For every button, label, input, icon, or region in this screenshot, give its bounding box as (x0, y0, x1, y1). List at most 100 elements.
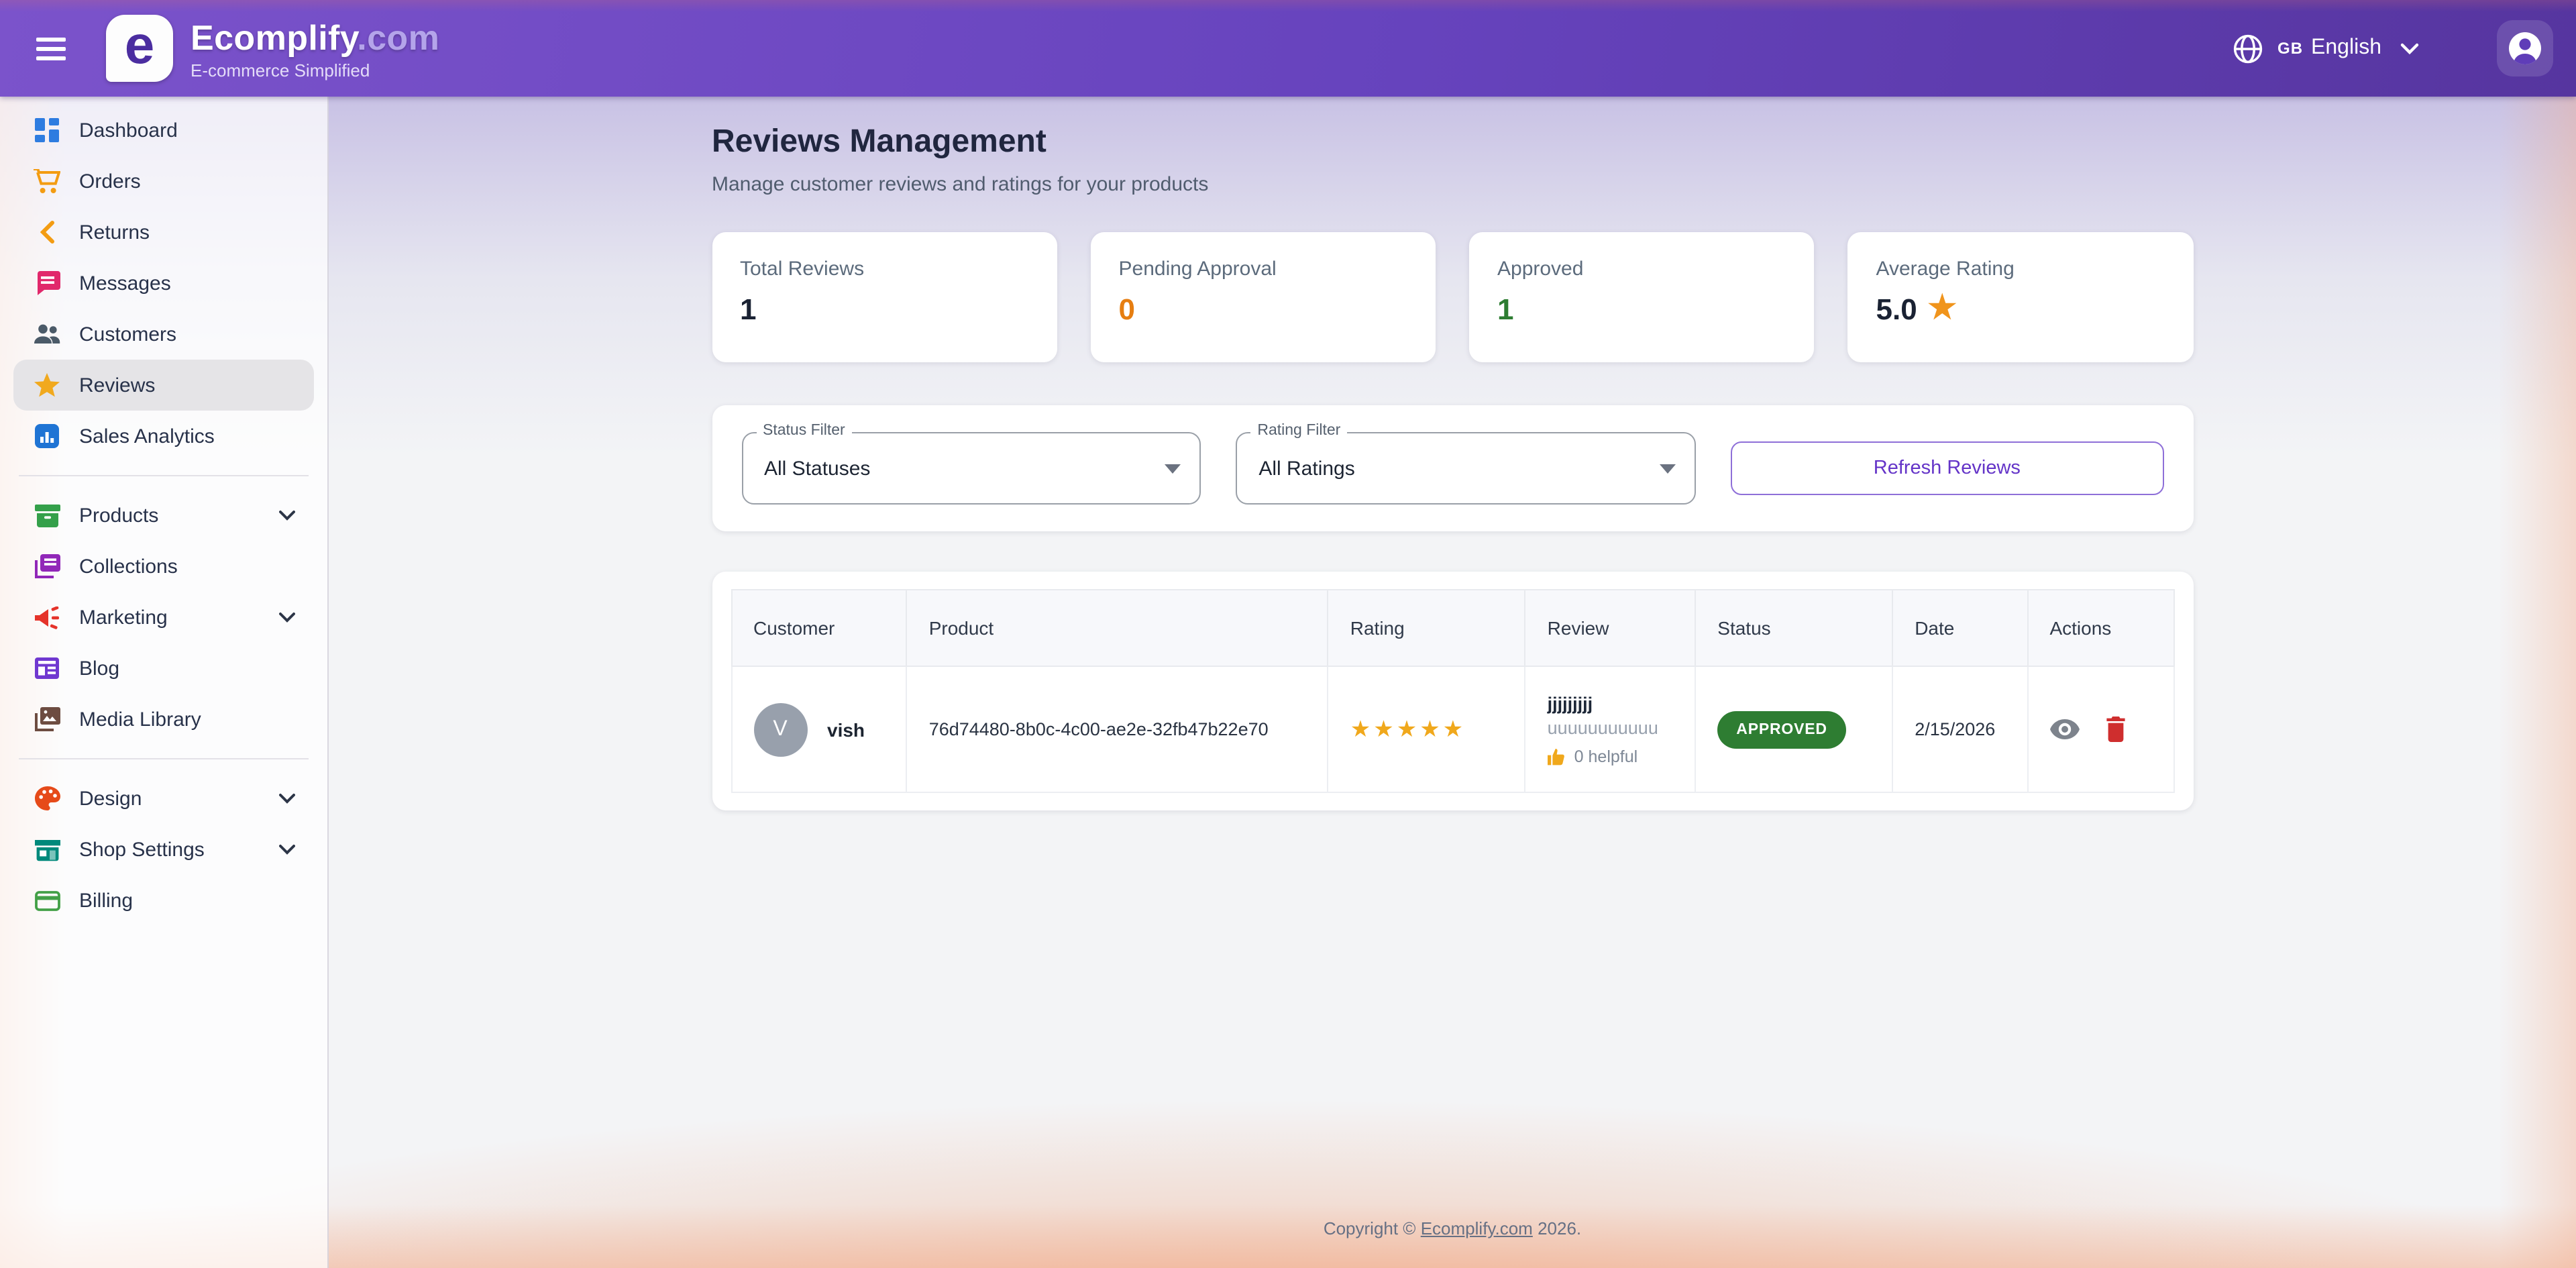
rating-filter-label: Rating Filter (1250, 423, 1347, 439)
brand-tagline: E-commerce Simplified (191, 60, 439, 80)
star-icon (34, 372, 60, 399)
sidebar-item-sales-analytics[interactable]: Sales Analytics (13, 411, 314, 462)
bar-chart-icon (34, 423, 60, 450)
refresh-reviews-button[interactable]: Refresh Reviews (1731, 441, 2163, 495)
column-header-review: Review (1525, 590, 1696, 666)
main-area: Reviews Management Manage customer revie… (329, 97, 2576, 1268)
brand-logo-letter: e (125, 19, 155, 72)
review-title: jjjjjjjjj (1548, 693, 1674, 713)
sidebar-item-blog[interactable]: Blog (13, 643, 314, 694)
review-helpful: 0 helpful (1548, 747, 1674, 765)
sidebar-item-shop-settings[interactable]: Shop Settings (13, 824, 314, 875)
column-header-date: Date (1892, 590, 2027, 666)
sidebar-item-collections[interactable]: Collections (13, 541, 314, 592)
sidebar-item-label: Orders (79, 170, 141, 193)
stat-card-approved: Approved 1 (1469, 232, 1815, 362)
star-icon: ★ (1928, 288, 1957, 327)
header-right: GB English (2231, 20, 2553, 76)
palette-icon (34, 785, 60, 812)
customer-name: vish (827, 719, 865, 740)
filters-panel: Status Filter All Statuses Rating Filter… (712, 405, 2193, 531)
language-name: English (2311, 36, 2381, 60)
sidebar-item-returns[interactable]: Returns (13, 207, 314, 258)
rating-stars: ★★★★★ (1350, 716, 1466, 741)
sidebar-item-products[interactable]: Products (13, 490, 314, 541)
footer-brand-link[interactable]: Ecomplify.com (1421, 1218, 1533, 1238)
sidebar-item-marketing[interactable]: Marketing (13, 592, 314, 643)
sidebar-item-media-library[interactable]: Media Library (13, 694, 314, 745)
menu-icon[interactable] (36, 37, 66, 60)
credit-card-icon (34, 887, 60, 914)
sidebar-item-label: Marketing (79, 606, 168, 629)
sidebar-item-label: Dashboard (79, 119, 178, 142)
user-avatar-button[interactable] (2497, 20, 2553, 76)
brand-logo[interactable]: e (106, 15, 173, 82)
sidebar-item-label: Sales Analytics (79, 425, 215, 447)
page-title: Reviews Management (712, 123, 2193, 161)
delete-review-button[interactable] (2104, 717, 2126, 742)
sidebar-item-orders[interactable]: Orders (13, 156, 314, 207)
table-header-row: Customer Product Rating Review Status Da… (731, 590, 2174, 666)
dropdown-caret-icon (1660, 464, 1676, 473)
sidebar-divider (19, 475, 309, 476)
stat-card-average-rating: Average Rating 5.0 ★ (1848, 232, 2194, 362)
cell-status: APPROVED (1695, 666, 1892, 792)
stat-value: 1 (1497, 293, 1786, 327)
sidebar-item-billing[interactable]: Billing (13, 875, 314, 926)
box-icon (34, 502, 60, 529)
helpful-count: 0 helpful (1574, 747, 1638, 765)
chevron-down-icon (2400, 42, 2419, 54)
image-icon (34, 706, 60, 733)
stat-card-pending-approval: Pending Approval 0 (1091, 232, 1436, 362)
trash-icon (2104, 717, 2126, 742)
sidebar-item-label: Billing (79, 889, 133, 912)
stat-label: Pending Approval (1119, 258, 1408, 280)
sidebar-item-label: Reviews (79, 374, 155, 397)
cell-date: 2/15/2026 (1892, 666, 2027, 792)
status-filter-value: All Statuses (764, 457, 870, 480)
view-review-button[interactable] (2049, 719, 2079, 739)
column-header-actions: Actions (2027, 590, 2174, 666)
cell-rating: ★★★★★ (1328, 666, 1525, 792)
avatar: V (753, 702, 807, 756)
user-avatar-icon (2508, 31, 2542, 66)
sidebar-item-label: Collections (79, 555, 178, 578)
brand-title: Ecomplify.com (191, 17, 439, 58)
table-row: V vish 76d74480-8b0c-4c00-ae2e-32fb47b22… (731, 666, 2174, 792)
stat-label: Average Rating (1876, 258, 2165, 280)
sidebar-item-label: Blog (79, 657, 119, 680)
rating-filter-value: All Ratings (1258, 457, 1354, 480)
stat-value: 0 (1119, 293, 1408, 327)
megaphone-icon (34, 604, 60, 631)
footer-copyright: Copyright © Ecomplify.com 2026. (329, 1218, 2576, 1238)
stat-label: Approved (1497, 258, 1786, 280)
sidebar-item-customers[interactable]: Customers (13, 309, 314, 360)
stat-value: 1 (740, 293, 1029, 327)
rating-filter-select[interactable]: Rating Filter All Ratings (1236, 432, 1695, 505)
status-filter-label: Status Filter (756, 423, 852, 439)
sidebar-item-design[interactable]: Design (13, 773, 314, 824)
chat-bubble-icon (34, 270, 60, 297)
column-header-product: Product (907, 590, 1328, 666)
sidebar-item-dashboard[interactable]: Dashboard (13, 105, 314, 156)
reviews-management-page: e Ecomplify.com E-commerce Simplified GB… (0, 0, 2576, 1268)
stat-label: Total Reviews (740, 258, 1029, 280)
column-header-customer: Customer (731, 590, 907, 666)
language-code: GB (2277, 39, 2303, 58)
chevron-down-icon (279, 510, 295, 521)
brand-block: Ecomplify.com E-commerce Simplified (191, 17, 439, 80)
thumbs-up-icon (1548, 747, 1566, 765)
cell-customer: V vish (731, 666, 907, 792)
stats-row: Total Reviews 1 Pending Approval 0 Appro… (712, 232, 2193, 362)
cell-actions (2027, 666, 2174, 792)
sidebar-item-reviews[interactable]: Reviews (13, 360, 314, 411)
app-header: e Ecomplify.com E-commerce Simplified GB… (0, 0, 2576, 97)
sidebar-item-messages[interactable]: Messages (13, 258, 314, 309)
blog-icon (34, 655, 60, 682)
chevron-down-icon (279, 793, 295, 804)
globe-icon (2231, 32, 2264, 65)
status-filter-select[interactable]: Status Filter All Statuses (741, 432, 1201, 505)
language-selector[interactable]: GB English (2231, 32, 2419, 65)
cell-review: jjjjjjjjj uuuuuuuuuuu 0 helpful (1525, 666, 1696, 792)
sidebar-item-label: Design (79, 787, 142, 810)
